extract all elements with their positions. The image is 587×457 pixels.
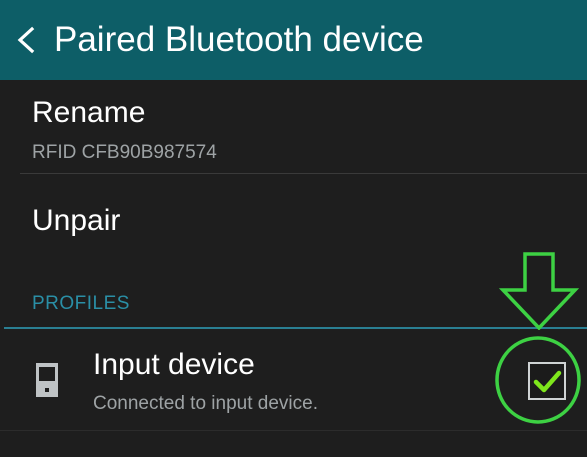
action-bar: Paired Bluetooth device (0, 0, 587, 80)
profiles-section-header: PROFILES (32, 293, 130, 314)
unpair-item[interactable]: Unpair (0, 174, 587, 262)
phone-device-icon (36, 363, 58, 397)
divider (0, 430, 587, 431)
profile-title: Input device (93, 348, 255, 381)
circle-highlight (495, 336, 581, 424)
chevron-left-icon[interactable] (14, 26, 38, 54)
page-title: Paired Bluetooth device (54, 20, 424, 59)
rename-item[interactable]: Rename RFID CFB90B987574 (0, 80, 587, 173)
unpair-label: Unpair (32, 204, 121, 237)
profile-status: Connected to input device. (93, 393, 318, 414)
down-arrow-icon (499, 252, 579, 330)
device-name-value: RFID CFB90B987574 (32, 142, 217, 163)
bluetooth-device-screen: Paired Bluetooth device Rename RFID CFB9… (0, 0, 587, 457)
rename-label: Rename (32, 96, 146, 129)
